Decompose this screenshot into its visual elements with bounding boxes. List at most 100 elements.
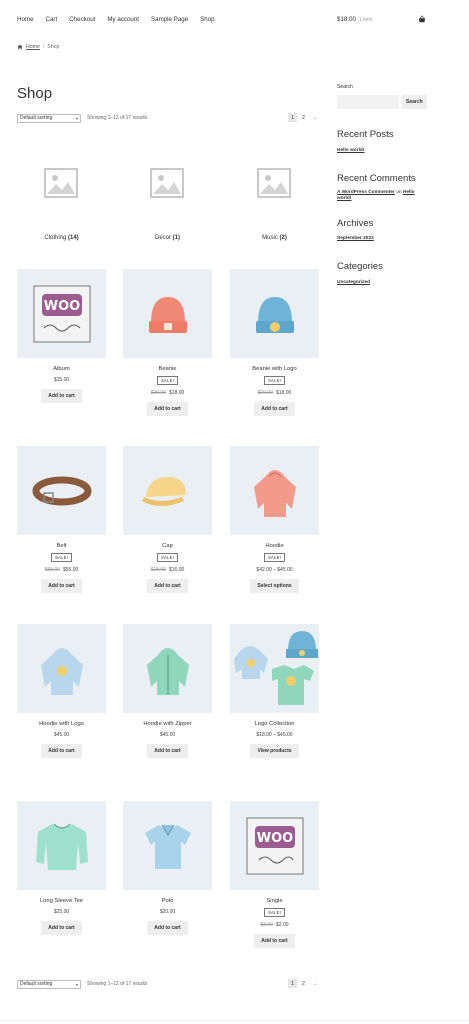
product-price: $20.00 $18.00: [150, 390, 185, 396]
recent-post-link[interactable]: Hello world!: [337, 148, 427, 153]
add-to-cart-button[interactable]: Add to cart: [147, 744, 188, 758]
breadcrumb-current: Shop: [47, 44, 60, 50]
result-count: Showing 1–12 of 17 results: [87, 981, 148, 987]
chevron-down-icon: ▾: [75, 981, 78, 987]
add-to-cart-button[interactable]: Add to cart: [41, 744, 82, 758]
search-form: Search: [337, 95, 427, 109]
product-name[interactable]: Hoodie with Logo: [17, 721, 106, 727]
breadcrumb-home-link[interactable]: Home: [26, 44, 40, 50]
sort-select-value: Default sorting: [20, 981, 53, 987]
product-image-belt[interactable]: [17, 446, 106, 535]
category-name: Clothing (14): [44, 235, 79, 241]
product-price: $3.00 $2.00: [260, 922, 289, 928]
product-price: $18.00 $16.00: [150, 567, 185, 573]
product-image-album[interactable]: WOO: [17, 269, 106, 358]
sort-select[interactable]: Default sorting ▾: [17, 113, 81, 123]
recent-comment: A WordPress Commenter on Hello world!: [337, 190, 415, 201]
header-cart-summary[interactable]: $18.00 1 item: [337, 16, 373, 23]
hoodie-with-logo-icon: [40, 647, 83, 695]
cap-icon: [141, 476, 186, 506]
nav-item-cart[interactable]: Cart: [46, 16, 58, 23]
product-card-single: WOO Single SALE! $3.00 $2.00 Add to cart: [230, 801, 319, 948]
nav-item-checkout[interactable]: Checkout: [69, 16, 95, 23]
pagination-page-1: 1: [288, 979, 297, 988]
product-card-polo: Polo $20.00 Add to cart: [123, 801, 212, 935]
divider: [0, 1020, 469, 1021]
add-to-cart-button[interactable]: Add to cart: [147, 579, 188, 593]
product-name[interactable]: Album: [17, 366, 106, 372]
add-to-cart-button[interactable]: Add to cart: [254, 402, 295, 416]
product-image-hoodie[interactable]: [230, 446, 319, 535]
product-image-logo-collection[interactable]: [230, 624, 319, 713]
product-image-hoodie-with-zipper[interactable]: [123, 624, 212, 713]
add-to-cart-button[interactable]: Add to cart: [147, 921, 188, 935]
category-card-music[interactable]: Music (2): [230, 140, 319, 241]
product-name[interactable]: Logo Collection: [230, 721, 319, 727]
nav-item-shop[interactable]: Shop: [200, 16, 214, 23]
pagination-next[interactable]: →: [310, 113, 319, 122]
logo-collection-icon: [233, 630, 318, 705]
view-products-button[interactable]: View products: [250, 744, 299, 758]
breadcrumb-separator: /: [42, 44, 45, 50]
hoodie-with-zipper-icon: [146, 647, 189, 695]
add-to-cart-button[interactable]: Add to cart: [254, 934, 295, 948]
add-to-cart-button[interactable]: Add to cart: [147, 402, 188, 416]
nav-item-sample-page[interactable]: Sample Page: [151, 16, 188, 23]
basket-icon[interactable]: [418, 15, 426, 23]
beanie-icon: [148, 296, 187, 333]
product-price: $45.00: [53, 732, 70, 738]
product-image-cap[interactable]: [123, 446, 212, 535]
product-name[interactable]: Polo: [123, 898, 212, 904]
product-name[interactable]: Single: [230, 898, 319, 904]
select-options-button[interactable]: Select options: [250, 579, 299, 593]
product-card-beanie-with-logo: Beanie with Logo SALE! $20.00 $18.00 Add …: [230, 269, 319, 416]
sale-badge: SALE!: [51, 553, 72, 562]
product-price: $20.00 $18.00: [257, 390, 292, 396]
product-image-long-sleeve-tee[interactable]: [17, 801, 106, 890]
product-image-single[interactable]: WOO: [230, 801, 319, 890]
shop-toolbar-bottom: Default sorting ▾ Showing 1–12 of 17 res…: [17, 979, 319, 989]
product-name[interactable]: Beanie: [123, 366, 212, 372]
chevron-down-icon: ▾: [75, 115, 78, 121]
sort-select[interactable]: Default sorting ▾: [17, 979, 81, 989]
product-image-polo[interactable]: [123, 801, 212, 890]
product-image-beanie[interactable]: [123, 269, 212, 358]
pagination-page-2[interactable]: 2: [299, 979, 308, 988]
cart-count: 1 item: [358, 17, 373, 23]
nav-item-my-account[interactable]: My account: [107, 16, 139, 23]
product-card-belt: Belt SALE! $65.00 $55.00 Add to cart: [17, 446, 106, 593]
category-card-decor[interactable]: Decor (1): [123, 140, 212, 241]
product-name[interactable]: Belt: [17, 543, 106, 549]
category-card-clothing[interactable]: Clothing (14): [17, 140, 106, 241]
add-to-cart-button[interactable]: Add to cart: [41, 389, 82, 403]
home-icon: [17, 44, 23, 50]
category-name: Music (2): [262, 235, 287, 241]
product-name[interactable]: Long Sleeve Tee: [17, 898, 106, 904]
product-image-hoodie-with-logo[interactable]: [17, 624, 106, 713]
category-link[interactable]: Uncategorized: [337, 280, 427, 285]
single-cover-icon: WOO: [246, 817, 303, 874]
search-label: Search: [337, 84, 353, 90]
long-sleeve-tee-icon: [35, 823, 88, 870]
add-to-cart-button[interactable]: Add to cart: [41, 921, 82, 935]
product-name[interactable]: Hoodie: [230, 543, 319, 549]
search-input[interactable]: [337, 95, 399, 109]
comment-author-link[interactable]: A WordPress Commenter: [337, 190, 395, 195]
product-name[interactable]: Cap: [123, 543, 212, 549]
sale-badge: SALE!: [264, 908, 285, 917]
beanie-with-logo-icon: [255, 296, 294, 333]
product-image-beanie-with-logo[interactable]: [230, 269, 319, 358]
product-price: $65.00 $55.00: [44, 567, 79, 573]
product-card-beanie: Beanie SALE! $20.00 $18.00 Add to cart: [123, 269, 212, 416]
recent-comments-title: Recent Comments: [337, 173, 416, 184]
add-to-cart-button[interactable]: Add to cart: [41, 579, 82, 593]
product-name[interactable]: Hoodie with Zipper: [123, 721, 212, 727]
cart-total: $18.00: [337, 16, 356, 23]
nav-item-home[interactable]: Home: [17, 16, 34, 23]
search-button[interactable]: Search: [402, 95, 427, 109]
product-price: $45.00: [159, 732, 176, 738]
pagination-next[interactable]: →: [310, 979, 319, 988]
pagination-page-2[interactable]: 2: [299, 113, 308, 122]
archive-link[interactable]: September 2022: [337, 236, 427, 241]
product-name[interactable]: Beanie with Logo: [230, 366, 319, 372]
